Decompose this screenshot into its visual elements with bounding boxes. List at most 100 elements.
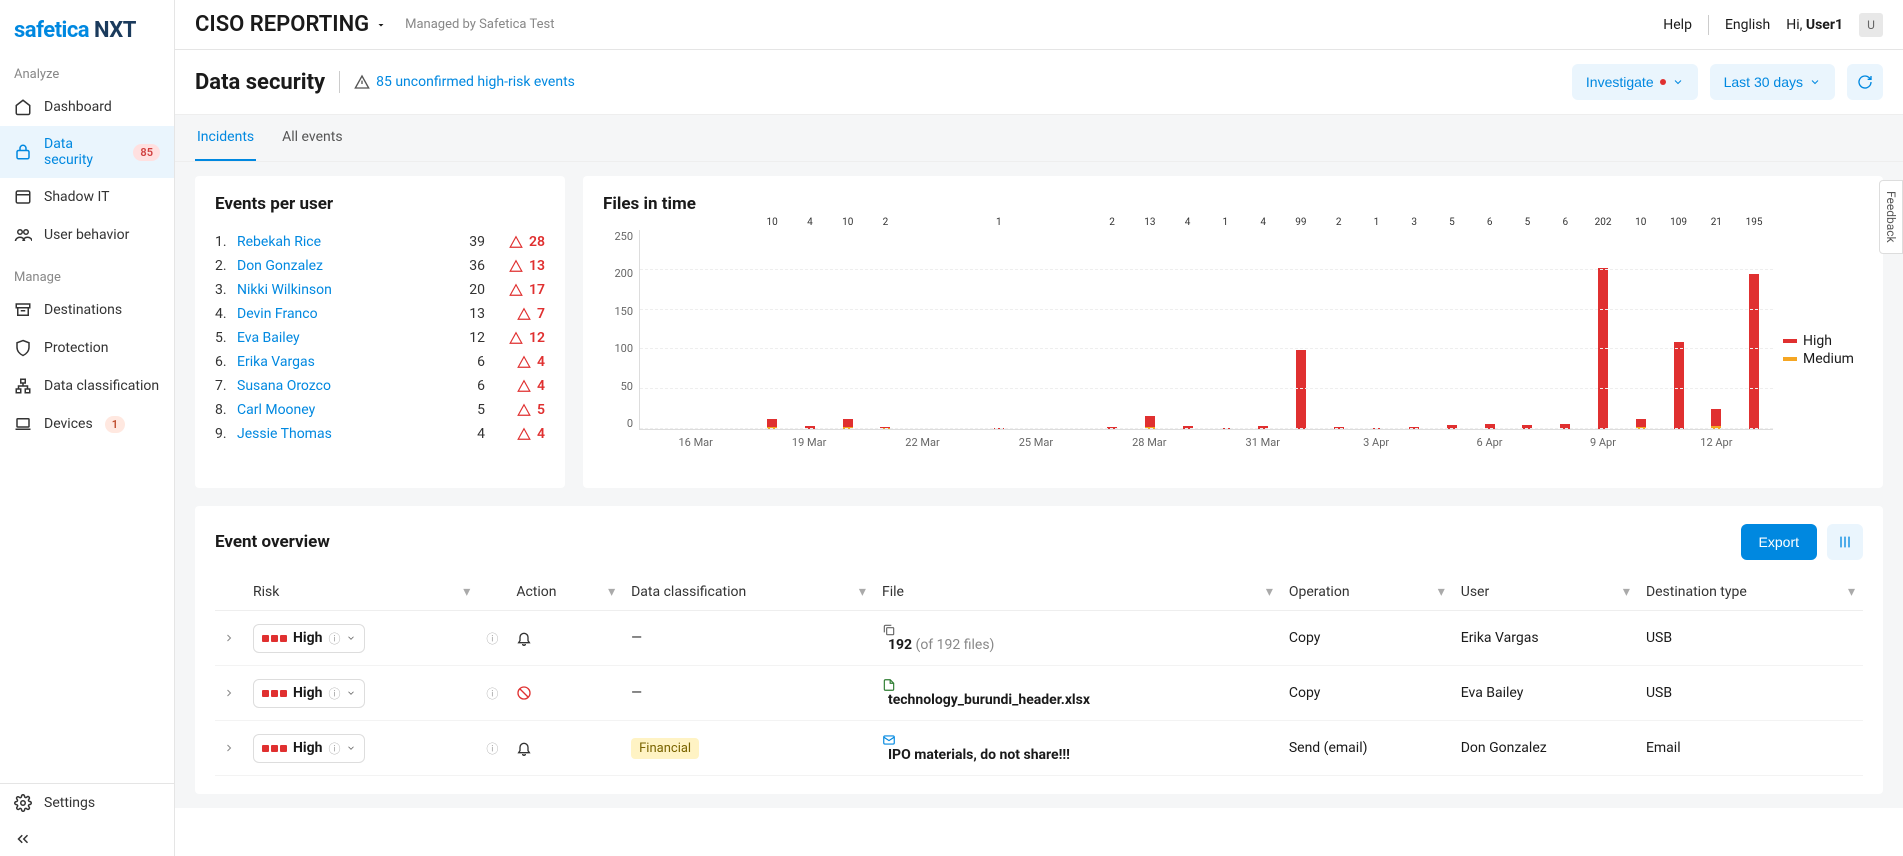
risk-selector[interactable]: High ⓘ	[253, 679, 365, 708]
user-event-count: 6	[445, 378, 485, 394]
workspace-switcher[interactable]: CISO REPORTING	[195, 12, 387, 37]
sidebar-item-destinations[interactable]: Destinations	[0, 291, 174, 329]
user-risk-count: 4	[485, 426, 545, 442]
bar-value-label: 4	[807, 217, 813, 228]
risk-selector[interactable]: High ⓘ	[253, 624, 365, 653]
risk-selector[interactable]: High ⓘ	[253, 734, 365, 763]
bar-high[interactable]	[1674, 342, 1684, 429]
columns-button[interactable]	[1827, 524, 1863, 560]
export-button[interactable]: Export	[1741, 524, 1817, 560]
expand-row-button[interactable]	[223, 687, 237, 699]
user-link[interactable]: Don Gonzalez	[237, 258, 445, 274]
language-switcher[interactable]: English	[1725, 17, 1770, 33]
user-link[interactable]: Susana Orozco	[237, 378, 445, 394]
main-content: CISO REPORTING Managed by Safetica Test …	[175, 0, 1903, 856]
sidebar-item-user-behavior[interactable]: User behavior	[0, 216, 174, 254]
filter-icon[interactable]: ▾	[1848, 584, 1855, 600]
sidebar-item-data-classification[interactable]: Data classification	[0, 367, 174, 405]
filter-icon[interactable]: ▾	[1438, 584, 1445, 600]
filter-icon[interactable]: ▾	[1623, 584, 1630, 600]
bar-slot: 3	[1395, 230, 1433, 429]
bar-high[interactable]	[1145, 416, 1155, 426]
x-tick: 9 Apr	[1546, 436, 1659, 449]
user-rank: 1.	[215, 234, 237, 250]
home-icon	[14, 98, 32, 116]
lock-icon	[14, 143, 32, 161]
col-file[interactable]: File▾	[874, 574, 1281, 611]
bar-high[interactable]	[1296, 350, 1306, 429]
sidebar-item-dashboard[interactable]: Dashboard	[0, 88, 174, 126]
bar-high[interactable]	[767, 419, 777, 427]
dc-cell: Financial	[623, 721, 874, 776]
bar-high[interactable]	[843, 419, 853, 427]
user-link[interactable]: Rebekah Rice	[237, 234, 445, 250]
filter-icon[interactable]: ▾	[608, 584, 615, 600]
x-tick: 25 Mar	[979, 436, 1092, 449]
col-operation[interactable]: Operation▾	[1281, 574, 1453, 611]
y-tick: 200	[614, 267, 633, 280]
chevron-down-icon	[346, 688, 356, 698]
sidebar-collapse-button[interactable]	[0, 822, 174, 856]
user-link[interactable]: Erika Vargas	[237, 354, 445, 370]
user-link[interactable]: Devin Franco	[237, 306, 445, 322]
col-user[interactable]: User▾	[1453, 574, 1638, 611]
feedback-tab[interactable]: Feedback	[1879, 180, 1903, 254]
investigate-button[interactable]: Investigate	[1572, 64, 1698, 100]
bar-slot	[1018, 230, 1056, 429]
user-link[interactable]: Eva Bailey	[237, 330, 445, 346]
user-event-count: 36	[445, 258, 485, 274]
tab-all-events[interactable]: All events	[280, 115, 344, 161]
user-link[interactable]: Nikki Wilkinson	[237, 282, 445, 298]
filter-icon[interactable]: ▾	[859, 584, 866, 600]
expand-row-button[interactable]	[223, 632, 237, 644]
x-axis: 16 Mar19 Mar22 Mar25 Mar28 Mar31 Mar3 Ap…	[639, 436, 1773, 449]
user-row: 3.Nikki Wilkinson2017	[215, 278, 545, 302]
user-link[interactable]: Carl Mooney	[237, 402, 445, 418]
sidebar-item-devices[interactable]: Devices 1	[0, 405, 174, 443]
col-action[interactable]: Action▾	[508, 574, 623, 611]
dc-cell: —	[623, 666, 874, 721]
user-row: 1.Rebekah Rice3928	[215, 230, 545, 254]
daterange-button[interactable]: Last 30 days	[1710, 64, 1835, 100]
legend: High Medium	[1773, 230, 1863, 470]
info-icon[interactable]: ⓘ	[486, 687, 498, 701]
chart: 250200150100500 104102121341499213565620…	[603, 230, 1773, 470]
filter-icon[interactable]: ▾	[1266, 584, 1273, 600]
help-link[interactable]: Help	[1663, 17, 1692, 33]
user-link[interactable]: Jessie Thomas	[237, 426, 445, 442]
sidebar-item-label: Data security	[44, 136, 121, 168]
col-risk[interactable]: Risk▾	[245, 574, 478, 611]
tabs: Incidents All events	[175, 115, 1903, 162]
sidebar-item-settings[interactable]: Settings	[0, 784, 174, 822]
sidebar-item-data-security[interactable]: Data security 85	[0, 126, 174, 178]
col-dc[interactable]: Data classification▾	[623, 574, 874, 611]
bar-slot: 1	[1358, 230, 1396, 429]
sidebar-item-protection[interactable]: Protection	[0, 329, 174, 367]
chevron-down-icon	[1809, 76, 1821, 88]
expand-row-button[interactable]	[223, 742, 237, 754]
user-cell: Don Gonzalez	[1453, 721, 1638, 776]
avatar[interactable]: U	[1859, 13, 1883, 37]
sidebar-item-shadow-it[interactable]: Shadow IT	[0, 178, 174, 216]
bar-high[interactable]	[1749, 274, 1759, 429]
info-icon[interactable]: ⓘ	[486, 632, 498, 646]
bar-slot	[678, 230, 716, 429]
filter-icon[interactable]: ▾	[463, 584, 470, 600]
bar-value-label: 5	[1449, 217, 1455, 228]
refresh-button[interactable]	[1847, 64, 1883, 100]
tab-incidents[interactable]: Incidents	[195, 115, 256, 161]
bar-slot: 6	[1471, 230, 1509, 429]
operation-cell: Send (email)	[1281, 721, 1453, 776]
bar-high[interactable]	[1711, 409, 1721, 426]
user-risk-count: 5	[485, 402, 545, 418]
classification-pill: Financial	[631, 738, 699, 759]
info-icon[interactable]: ⓘ	[486, 742, 498, 756]
unconfirmed-events-link[interactable]: 85 unconfirmed high-risk events	[354, 74, 575, 90]
bar-high[interactable]	[1636, 419, 1646, 427]
users-icon	[14, 226, 32, 244]
col-dest[interactable]: Destination type▾	[1638, 574, 1863, 611]
legend-high: High	[1783, 333, 1863, 349]
chevron-down-icon	[346, 633, 356, 643]
table-row: High ⓘ ⓘ—technology_burundi_header.xlsxC…	[215, 666, 1863, 721]
user-rank: 7.	[215, 378, 237, 394]
